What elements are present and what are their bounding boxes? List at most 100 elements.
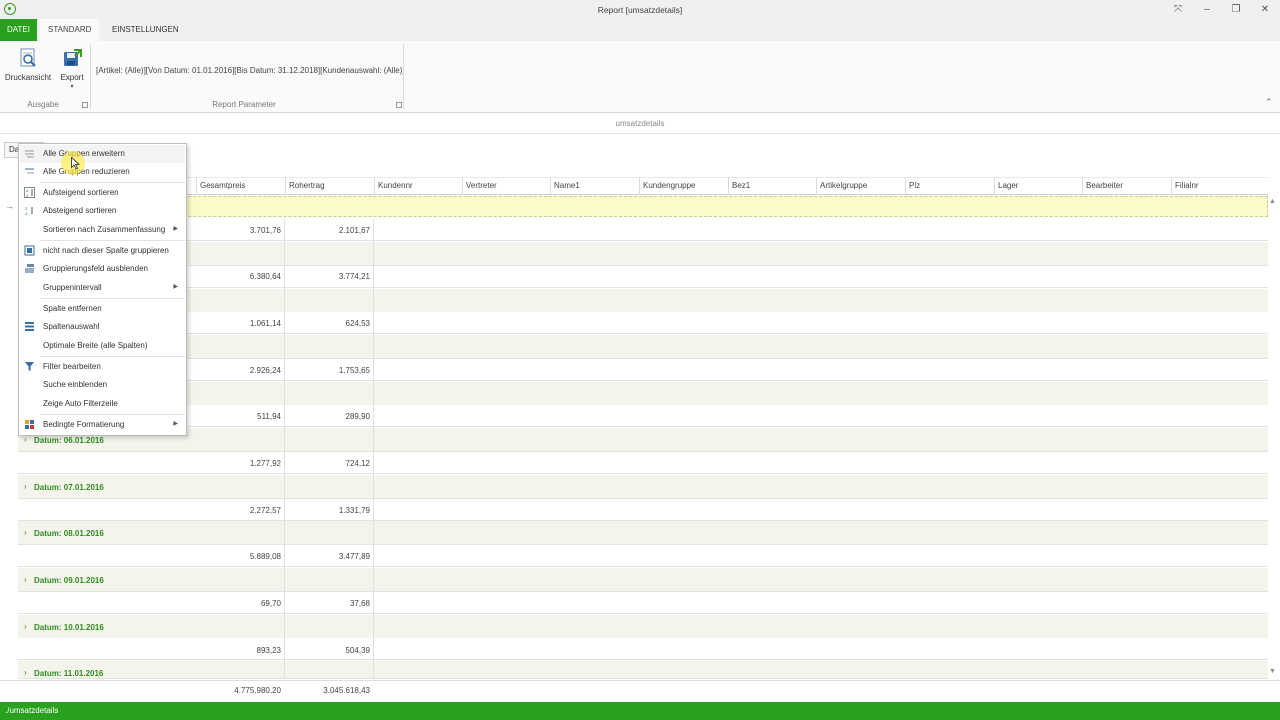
chevron-right-icon[interactable]: › xyxy=(24,575,27,584)
submenu-arrow-icon: ▶ xyxy=(173,421,178,427)
menu-item-group-interval[interactable]: Gruppenintervall ▶ xyxy=(19,278,186,297)
tab-einstellungen[interactable]: EINSTELLUNGEN xyxy=(104,19,187,41)
cell-rohertrag: 1.331,79 xyxy=(338,506,370,515)
tab-standard[interactable]: STANDARD xyxy=(40,19,100,41)
fullscreen-icon[interactable]: ⤧ xyxy=(1168,2,1188,17)
chevron-right-icon[interactable]: › xyxy=(24,435,27,444)
submenu-arrow-icon: ▶ xyxy=(173,284,178,290)
group-row-label: Datum: 06.01.2016 xyxy=(34,436,104,445)
sort-asc-icon: AZ xyxy=(24,187,35,198)
document-title: umsatzdetails xyxy=(615,119,665,128)
menu-item-best-fit-all-columns[interactable]: Optimale Breite (alle Spalten) xyxy=(19,336,186,355)
ribbon-group-params-label: Report Parameter xyxy=(212,100,276,109)
menu-item-collapse-all-groups[interactable]: Alle Gruppen reduzieren xyxy=(19,162,186,181)
group-row[interactable] xyxy=(18,335,1268,359)
menu-item-show-auto-filter-row[interactable]: Zeige Auto Filterzeile xyxy=(19,394,186,413)
cell-gesamtpreis: 5.889,08 xyxy=(249,552,281,561)
column-header-rohertrag[interactable]: Rohertrag xyxy=(285,177,374,195)
column-header-lager[interactable]: Lager xyxy=(994,177,1082,195)
cell-rohertrag: 624,53 xyxy=(345,319,370,328)
cell-rohertrag: 37,68 xyxy=(349,599,370,608)
cell-rohertrag: 504,39 xyxy=(345,646,370,655)
menu-item-column-chooser[interactable]: Spaltenauswahl xyxy=(19,317,186,336)
cell-gesamtpreis: 6.380,64 xyxy=(249,272,281,281)
scroll-up-icon[interactable]: ▲ xyxy=(1269,198,1276,205)
column-header-plz[interactable]: Plz xyxy=(905,177,994,195)
minimize-button[interactable]: – xyxy=(1197,2,1217,17)
group-row[interactable] xyxy=(18,475,1268,499)
group-row[interactable] xyxy=(18,289,1268,313)
chevron-right-icon[interactable]: › xyxy=(24,622,27,631)
cell-gesamtpreis: 69,70 xyxy=(260,599,281,608)
menu-item-show-search[interactable]: Suche einblenden xyxy=(19,375,186,394)
restore-button[interactable]: ❐ xyxy=(1226,2,1246,17)
menu-item-hide-group-panel[interactable]: Gruppierungsfeld ausblenden xyxy=(19,259,186,278)
print-preview-button[interactable]: Druckansicht xyxy=(4,45,52,95)
column-header-kundengruppe[interactable]: Kundengruppe xyxy=(639,177,728,195)
report-parameters-text: [Artikel: (Alle)][Von Datum: 01.01.2016]… xyxy=(96,66,405,75)
cell-gesamtpreis: 2.926,24 xyxy=(249,366,281,375)
print-preview-icon xyxy=(20,48,36,67)
export-dropdown-icon[interactable]: ▾ xyxy=(48,83,96,90)
column-header-name1[interactable]: Name1 xyxy=(550,177,639,195)
menu-item-remove-column[interactable]: Spalte entfernen xyxy=(19,299,186,318)
group-row[interactable] xyxy=(18,242,1268,266)
column-header-bearbeiter[interactable]: Bearbeiter xyxy=(1082,177,1171,195)
group-row-label: Datum: 09.01.2016 xyxy=(34,576,104,585)
cell-gesamtpreis: 1.061,14 xyxy=(249,319,281,328)
column-header-bez1[interactable]: Bez1 xyxy=(728,177,816,195)
menu-item-conditional-formatting[interactable]: Bedingte Formatierung ▶ xyxy=(19,415,186,434)
cell-rohertrag: 724,12 xyxy=(345,459,370,468)
group-row[interactable] xyxy=(18,382,1268,406)
svg-text:A: A xyxy=(25,211,28,216)
vertical-scrollbar[interactable] xyxy=(1268,195,1278,677)
cell-gesamtpreis: 2.272,57 xyxy=(249,506,281,515)
cell-rohertrag: 3.774,21 xyxy=(338,272,370,281)
chevron-right-icon[interactable]: › xyxy=(24,668,27,677)
export-label: Export xyxy=(60,73,84,82)
total-rohertrag: 3.045.618,43 xyxy=(323,686,370,695)
ribbon-separator xyxy=(90,44,91,110)
summary-footer-row xyxy=(0,680,1280,702)
output-group-launcher-icon[interactable] xyxy=(82,102,88,108)
cell-gesamtpreis: 1.277,92 xyxy=(249,459,281,468)
total-gesamtpreis: 4.775.980,20 xyxy=(234,686,281,695)
cell-gesamtpreis: 3.701,76 xyxy=(249,226,281,235)
expand-groups-icon xyxy=(25,150,34,158)
filter-icon xyxy=(25,362,34,371)
menu-item-sort-by-summary[interactable]: Sortieren nach Zusammenfassung ▶ xyxy=(19,220,186,239)
submenu-arrow-icon: ▶ xyxy=(173,226,178,232)
column-header-gesamtpreis[interactable]: Gesamtpreis xyxy=(196,177,285,195)
column-header-vertreter[interactable]: Vertreter xyxy=(462,177,550,195)
column-separator xyxy=(373,219,374,679)
scroll-down-icon[interactable]: ▼ xyxy=(1269,668,1276,675)
menu-item-sort-ascending[interactable]: AZ Aufsteigend sortieren xyxy=(19,183,186,202)
chevron-right-icon[interactable]: › xyxy=(24,482,27,491)
ribbon-separator xyxy=(403,44,404,110)
cell-rohertrag: 1.753,65 xyxy=(338,366,370,375)
column-header-kundennr[interactable]: Kundennr xyxy=(374,177,462,195)
menu-item-sort-descending[interactable]: ZA Absteigend sortieren xyxy=(19,201,186,220)
group-row[interactable] xyxy=(18,615,1268,639)
cell-rohertrag: 2.101,67 xyxy=(338,226,370,235)
menu-item-edit-filter[interactable]: Filter bearbeiten xyxy=(19,357,186,376)
chevron-right-icon[interactable]: › xyxy=(24,528,27,537)
group-row[interactable] xyxy=(18,661,1268,679)
close-button[interactable]: ✕ xyxy=(1255,2,1275,17)
ribbon-group-output-label: Ausgabe xyxy=(27,100,59,109)
group-row[interactable] xyxy=(18,521,1268,545)
tab-datei[interactable]: DATEI xyxy=(0,19,37,41)
params-group-launcher-icon[interactable] xyxy=(396,102,402,108)
selected-group-row[interactable] xyxy=(18,196,1268,217)
window-title: Report [umsatzdetails] xyxy=(597,5,683,15)
cell-rohertrag: 3.477,89 xyxy=(338,552,370,561)
column-header-filialnr[interactable]: Filialnr xyxy=(1171,177,1268,195)
column-header-artikelgruppe[interactable]: Artikelgruppe xyxy=(816,177,905,195)
export-button[interactable]: Export ▾ xyxy=(48,45,96,95)
group-row[interactable] xyxy=(18,568,1268,592)
ribbon-collapse-icon[interactable]: ⌃ xyxy=(1265,97,1273,108)
cell-gesamtpreis: 511,94 xyxy=(257,412,281,421)
menu-item-ungroup-column[interactable]: nicht nach dieser Spalte gruppieren xyxy=(19,241,186,260)
menu-item-expand-all-groups[interactable]: Alle Gruppen erweitern xyxy=(19,144,186,163)
group-row[interactable] xyxy=(18,428,1268,452)
